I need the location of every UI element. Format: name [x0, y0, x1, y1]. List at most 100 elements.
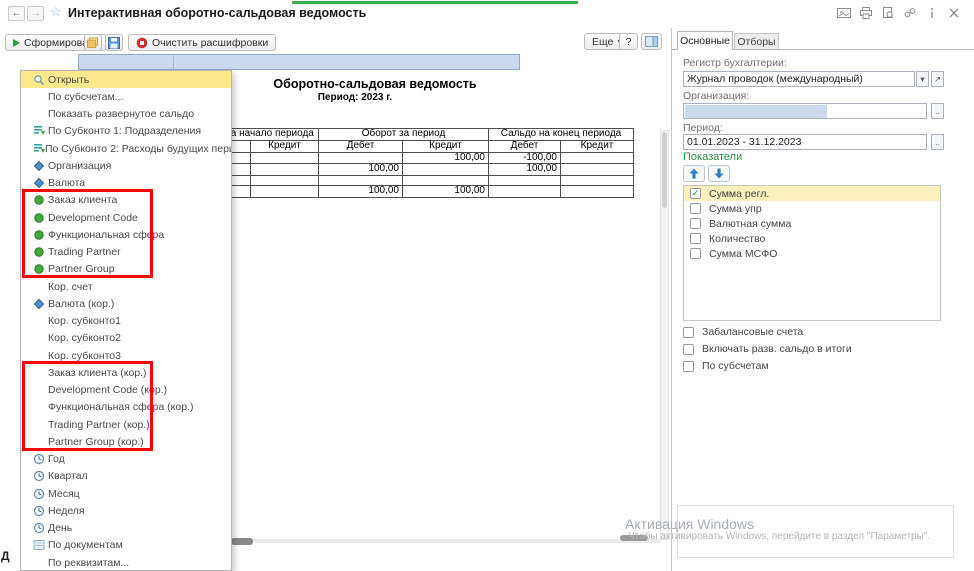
context-menu-item[interactable]: Год: [21, 451, 231, 468]
favorite-star-icon[interactable]: ☆: [50, 4, 62, 20]
table-cell[interactable]: [319, 175, 403, 185]
toggle-settings-panel-button[interactable]: [641, 33, 662, 50]
watermark-line1: Активация Windows: [625, 516, 754, 532]
checkbox-icon[interactable]: [690, 218, 701, 229]
context-menu-item[interactable]: Функциональная сфера: [21, 226, 231, 243]
table-cell[interactable]: [251, 175, 319, 185]
indicator-row[interactable]: Количество: [684, 231, 940, 246]
context-menu-item[interactable]: Development Code: [21, 209, 231, 226]
indicator-row[interactable]: ✓Сумма регл.: [684, 186, 940, 201]
context-menu-item[interactable]: По Субконто 2: Расходы будущих периодов: [21, 140, 231, 157]
period-choose-button[interactable]: ..: [931, 134, 944, 150]
checkbox-icon[interactable]: [683, 327, 694, 338]
context-menu-item[interactable]: Кор. субконто1: [21, 313, 231, 330]
table-cell[interactable]: [403, 164, 489, 176]
register-dropdown-button[interactable]: ▾: [916, 71, 929, 87]
checkbox-icon[interactable]: [683, 344, 694, 355]
report-period: Период: 2023 г.: [235, 92, 475, 103]
forward-button[interactable]: →: [27, 6, 44, 21]
table-cell[interactable]: [561, 185, 634, 197]
context-menu-item-label: Заказ клиента (кор.): [48, 367, 147, 379]
picture-icon[interactable]: [836, 6, 852, 20]
checkbox-icon[interactable]: [690, 233, 701, 244]
table-cell[interactable]: 100,00: [319, 164, 403, 176]
context-menu-item[interactable]: Валюта (кор.): [21, 295, 231, 312]
checkbox-checked-icon[interactable]: ✓: [690, 188, 701, 199]
table-cell[interactable]: 100,00: [403, 152, 489, 164]
clear-decodes-button[interactable]: Очистить расшифровки: [128, 34, 276, 51]
table-cell[interactable]: [561, 175, 634, 185]
vertical-scrollbar[interactable]: [660, 130, 669, 540]
selected-report-cell[interactable]: [78, 54, 520, 70]
tab-filters[interactable]: Отборы: [734, 33, 779, 50]
option-row[interactable]: По субсчетам: [683, 360, 769, 372]
option-row[interactable]: Забалансовые счета: [683, 326, 803, 338]
help-button[interactable]: ?: [619, 33, 638, 50]
context-menu-item[interactable]: Заказ клиента (кор.): [21, 364, 231, 381]
period-input[interactable]: 01.01.2023 - 31.12.2023: [683, 134, 927, 150]
option-row[interactable]: Включать разв. сальдо в итоги: [683, 343, 852, 355]
context-menu-item[interactable]: По субсчетам...: [21, 88, 231, 105]
move-up-button[interactable]: [683, 165, 705, 182]
context-menu-item[interactable]: Trading Partner (кор.): [21, 416, 231, 433]
table-cell[interactable]: [403, 175, 489, 185]
register-value: Журнал проводок (международный): [687, 73, 863, 85]
context-menu-item[interactable]: Организация: [21, 157, 231, 174]
horizontal-scrollbar-thumb-left[interactable]: [231, 538, 253, 545]
preview-icon[interactable]: [880, 6, 896, 20]
table-cell[interactable]: [561, 152, 634, 164]
context-menu-item[interactable]: Показать развернутое сальдо: [21, 106, 231, 123]
context-menu-item[interactable]: Квартал: [21, 468, 231, 485]
move-down-button[interactable]: [708, 165, 730, 182]
context-menu-item[interactable]: Неделя: [21, 502, 231, 519]
table-cell[interactable]: [251, 185, 319, 197]
table-cell[interactable]: 100,00: [489, 164, 561, 176]
info-icon[interactable]: [924, 6, 940, 20]
checkbox-icon[interactable]: [683, 361, 694, 372]
table-cell[interactable]: 100,00: [319, 185, 403, 197]
context-menu-item[interactable]: По реквизитам...: [21, 554, 231, 571]
tab-main[interactable]: Основные: [677, 31, 733, 50]
indicator-row[interactable]: Сумма упр: [684, 201, 940, 216]
context-menu-item[interactable]: По Субконто 1: Подразделения: [21, 123, 231, 140]
register-open-button[interactable]: ↗: [931, 71, 944, 87]
indicator-row[interactable]: Валютная сумма: [684, 216, 940, 231]
save-settings-button[interactable]: [105, 34, 123, 51]
checkbox-icon[interactable]: [690, 248, 701, 259]
context-menu-item[interactable]: Partner Group (кор.): [21, 433, 231, 450]
context-menu-item[interactable]: Trading Partner: [21, 244, 231, 261]
link-icon[interactable]: [902, 6, 918, 20]
table-cell[interactable]: [251, 152, 319, 164]
back-button[interactable]: ←: [8, 6, 25, 21]
context-menu-item[interactable]: Функциональная сфера (кор.): [21, 399, 231, 416]
table-cell[interactable]: [251, 164, 319, 176]
table-cell[interactable]: [561, 164, 634, 176]
context-menu-item[interactable]: Валюта: [21, 175, 231, 192]
context-menu-item[interactable]: Development Code (кор.): [21, 382, 231, 399]
vertical-scrollbar-thumb[interactable]: [662, 132, 667, 208]
checkbox-icon[interactable]: [690, 203, 701, 214]
organization-input[interactable]: [683, 103, 927, 119]
horizontal-scrollbar[interactable]: [232, 539, 660, 543]
context-menu-item[interactable]: Месяц: [21, 485, 231, 502]
context-menu-item[interactable]: По документам: [21, 537, 231, 554]
table-cell[interactable]: 100,00: [403, 185, 489, 197]
organization-choose-button[interactable]: ..: [931, 103, 944, 119]
print-icon[interactable]: [858, 6, 874, 20]
table-cell[interactable]: -100,00: [489, 152, 561, 164]
indicator-row[interactable]: Сумма МСФО: [684, 246, 940, 261]
settings-variants-button[interactable]: [84, 34, 102, 51]
close-icon[interactable]: [946, 6, 962, 20]
context-menu-item[interactable]: Кор. субконто3: [21, 347, 231, 364]
subcolumn-header: Кредит: [251, 141, 319, 153]
context-menu-item[interactable]: День: [21, 520, 231, 537]
table-cell[interactable]: [489, 175, 561, 185]
context-menu-item[interactable]: Кор. субконто2: [21, 330, 231, 347]
context-menu-item[interactable]: Открыть: [21, 71, 231, 88]
context-menu-item[interactable]: Заказ клиента: [21, 192, 231, 209]
table-cell[interactable]: [489, 185, 561, 197]
table-cell[interactable]: [319, 152, 403, 164]
register-select[interactable]: Журнал проводок (международный): [683, 71, 915, 87]
context-menu-item[interactable]: Partner Group: [21, 261, 231, 278]
context-menu-item[interactable]: Кор. счет: [21, 278, 231, 295]
